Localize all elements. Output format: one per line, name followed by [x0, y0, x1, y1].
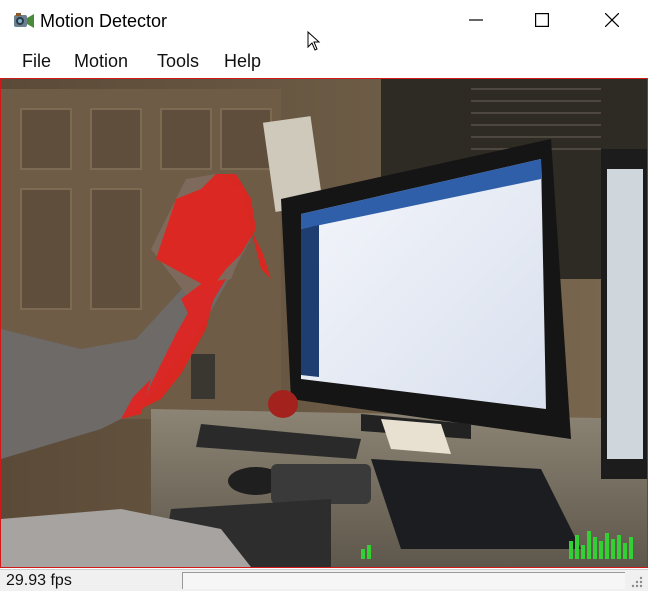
desk-lamp — [191, 354, 215, 399]
menu-motion[interactable]: Motion — [74, 51, 128, 72]
minimize-icon — [469, 19, 483, 21]
window-title: Motion Detector — [40, 11, 168, 31]
maximize-button[interactable] — [518, 0, 566, 40]
title-bar[interactable]: Motion Detector — [0, 0, 648, 42]
red-mug — [268, 390, 298, 418]
maximize-icon — [535, 13, 549, 27]
resize-grip-icon[interactable] — [630, 575, 644, 589]
menu-bar: File Motion Tools Help — [0, 44, 648, 76]
status-panel — [182, 572, 625, 589]
close-icon — [605, 13, 619, 27]
motion-detector-app-icon — [14, 13, 34, 28]
video-frame[interactable] — [0, 78, 648, 568]
webcam-feed — [1, 79, 647, 567]
app-window: Motion Detector File Motion Tools Help 2… — [0, 0, 648, 591]
desk-sign — [381, 419, 451, 454]
status-bar: 29.93 fps — [0, 569, 648, 591]
menu-tools[interactable]: Tools — [157, 51, 199, 72]
fps-readout: 29.93 fps — [6, 572, 72, 589]
mouse-pad — [271, 464, 371, 504]
menu-help[interactable]: Help — [224, 51, 261, 72]
menu-file[interactable]: File — [22, 51, 51, 72]
mouse-pointer-icon — [307, 31, 321, 51]
minimize-button[interactable] — [452, 0, 500, 40]
close-button[interactable] — [588, 0, 636, 40]
